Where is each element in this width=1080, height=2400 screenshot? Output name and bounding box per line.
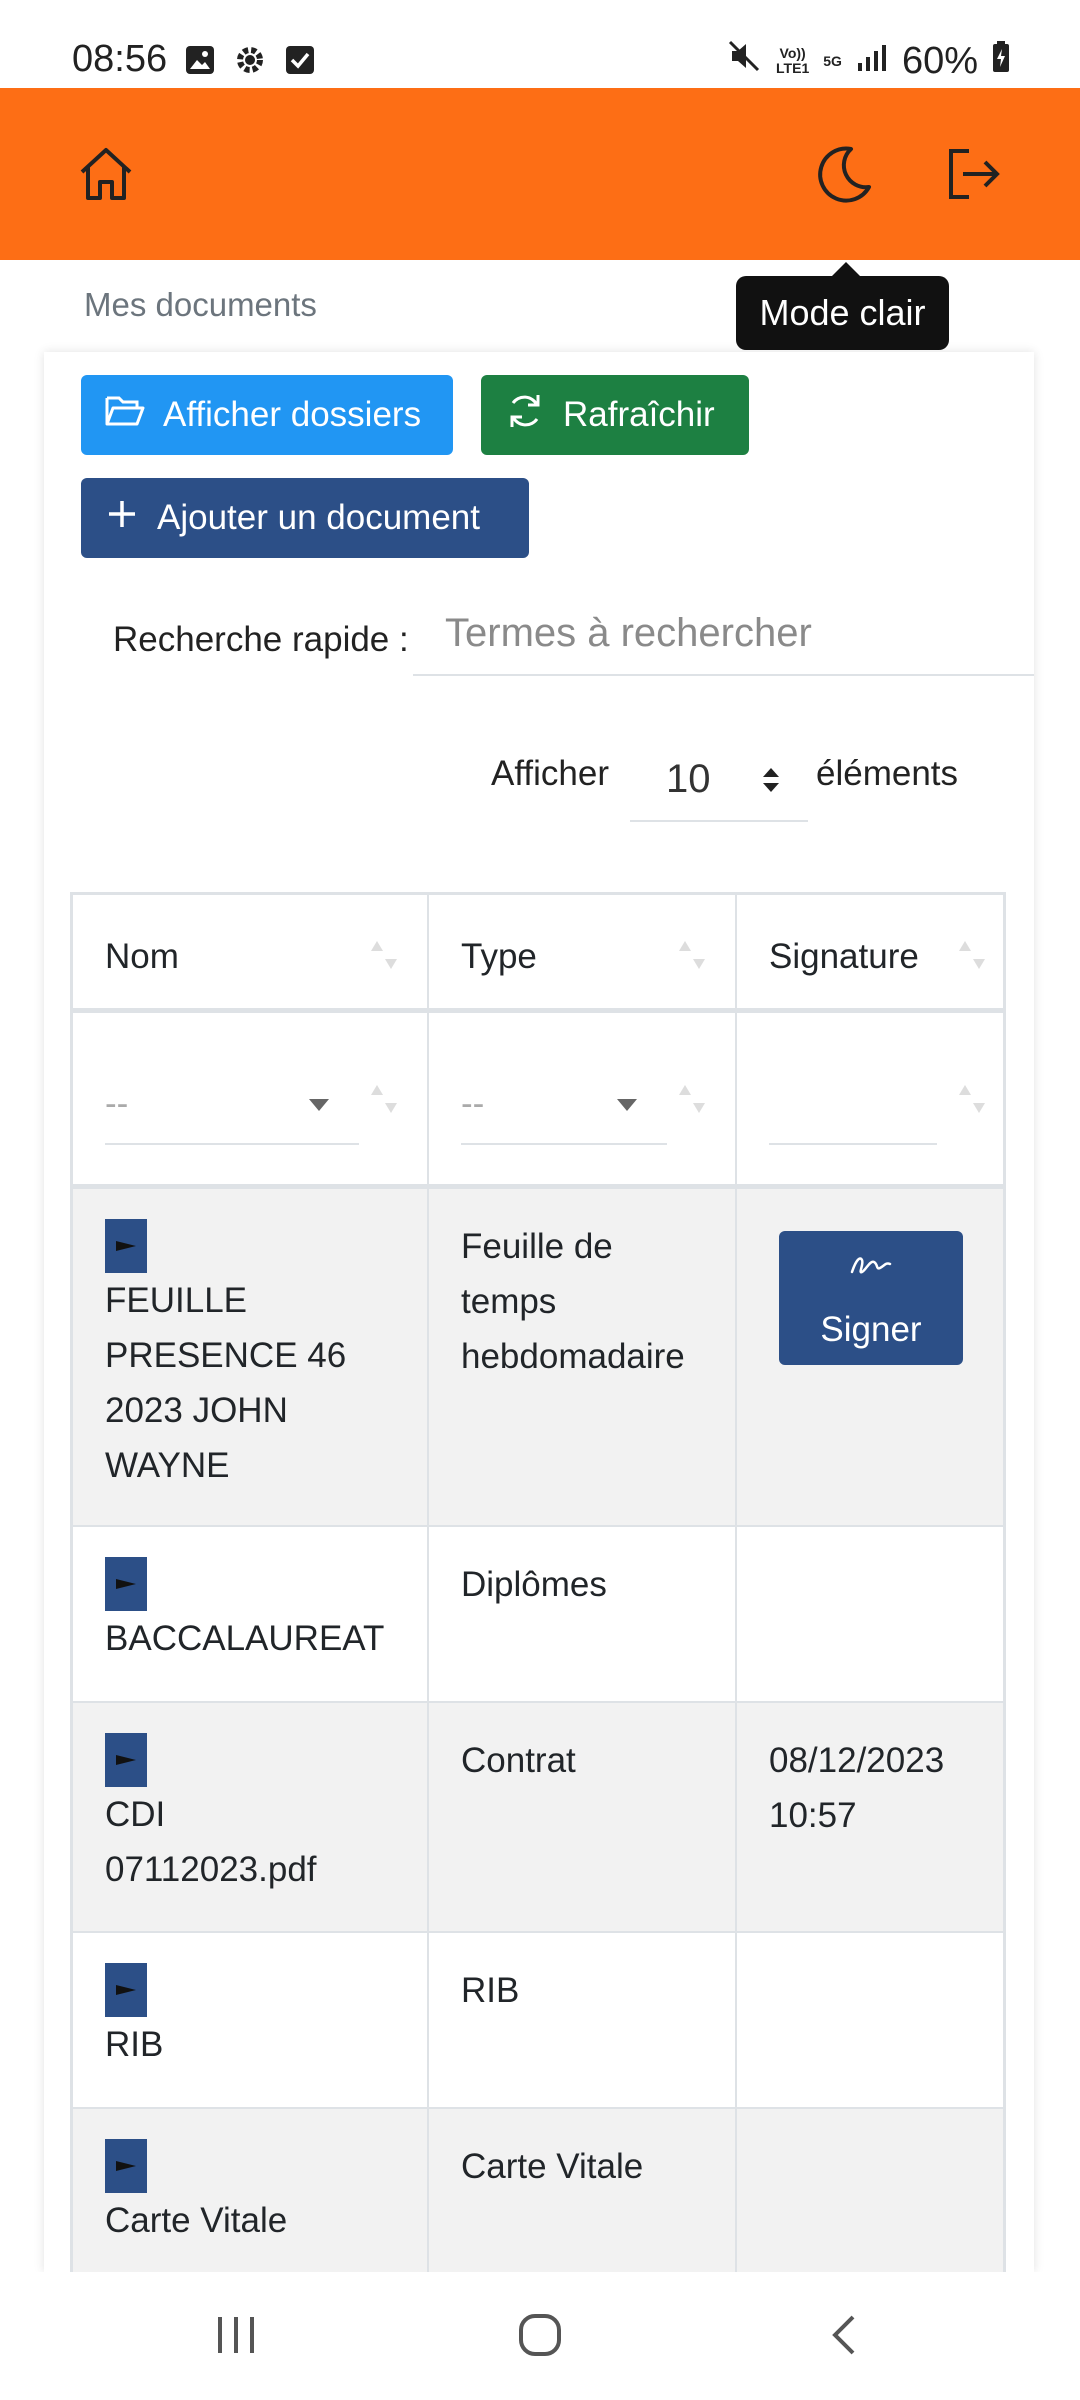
5g-indicator: 5G — [823, 52, 842, 69]
status-time: 08:56 — [72, 38, 168, 80]
refresh-label: Rafraîchir — [563, 395, 715, 434]
sort-icon — [675, 1081, 709, 1121]
back-chevron-icon — [829, 2313, 859, 2362]
battery-percent: 60% — [901, 39, 978, 82]
system-nav-bar — [0, 2272, 1080, 2400]
plus-icon — [105, 497, 139, 540]
refresh-button[interactable]: Rafraîchir — [481, 375, 749, 455]
settings-gear-icon — [234, 44, 266, 76]
column-header-signature[interactable]: Signature — [737, 895, 1003, 1008]
document-name: Carte Vitale — [105, 2201, 288, 2240]
home-button[interactable] — [74, 144, 138, 208]
recent-apps-button[interactable] — [196, 2302, 276, 2372]
document-name: BACCALAUREAT — [105, 1619, 385, 1658]
table-row: BACCALAUREAT Diplômes — [73, 1527, 1003, 1703]
file-icon[interactable] — [105, 1963, 147, 2017]
table-row: CDI 07112023.pdf Contrat 08/12/2023 10:5… — [73, 1703, 1003, 1933]
column-header-nom[interactable]: Nom — [73, 895, 429, 1008]
table-filter-row: -- -- — [73, 1013, 1003, 1189]
refresh-icon — [505, 391, 545, 440]
file-icon[interactable] — [105, 1733, 147, 1787]
document-type: RIB — [429, 1933, 737, 2107]
filter-signature-input[interactable] — [769, 1063, 937, 1145]
signature-icon — [848, 1239, 894, 1294]
document-type: Feuille de temps hebdomadaire — [429, 1189, 737, 1525]
gallery-icon — [184, 44, 216, 76]
document-type: Diplômes — [429, 1527, 737, 1701]
table-row: RIB RIB — [73, 1933, 1003, 2109]
sort-icon — [367, 1081, 401, 1121]
chevron-down-icon — [309, 1099, 329, 1111]
table-row: FEUILLE PRESENCE 46 2023 JOHN WAYNE Feui… — [73, 1189, 1003, 1527]
page-length-suffix: éléments — [816, 754, 959, 793]
recent-apps-icon — [214, 2315, 258, 2360]
checkbox-notification-icon — [284, 44, 316, 76]
sign-button[interactable]: Signer — [779, 1231, 963, 1365]
add-document-label: Ajouter un document — [157, 498, 480, 537]
moon-icon — [813, 143, 875, 210]
file-icon[interactable] — [105, 2139, 147, 2193]
show-folders-button[interactable]: Afficher dossiers — [81, 375, 453, 455]
document-type: Carte Vitale — [429, 2109, 737, 2272]
logout-button[interactable] — [942, 144, 1006, 208]
search-label: Recherche rapide : — [113, 620, 409, 659]
status-system-icons: Vo)) LTE1 5G 60% — [726, 38, 1010, 84]
sort-icon — [955, 937, 989, 977]
battery-charging-icon — [992, 40, 1010, 83]
documents-table: Nom Type Signature -- -- FEUILLE PRESENC… — [70, 892, 1006, 2272]
status-notification-icons — [184, 44, 316, 76]
document-name: RIB — [105, 2025, 164, 2064]
document-signature: 08/12/2023 10:57 — [769, 1741, 945, 1835]
page-length-label: Afficher — [491, 754, 610, 793]
home-icon — [76, 144, 136, 209]
mute-icon — [726, 38, 762, 84]
page-length-value: 10 — [666, 756, 711, 801]
file-icon[interactable] — [105, 1557, 147, 1611]
logout-icon — [943, 143, 1005, 210]
back-nav-button[interactable] — [804, 2302, 884, 2372]
theme-tooltip: Mode clair — [736, 262, 949, 350]
document-name: CDI 07112023.pdf — [105, 1795, 317, 1889]
document-signature — [737, 1933, 1003, 2107]
folder-open-icon — [105, 394, 145, 437]
filter-type-select[interactable]: -- — [461, 1063, 667, 1145]
column-header-type[interactable]: Type — [429, 895, 737, 1008]
show-folders-label: Afficher dossiers — [163, 395, 422, 434]
signal-icon — [856, 40, 888, 83]
sort-icon — [367, 937, 401, 977]
app-header — [0, 88, 1080, 260]
documents-card: Afficher dossiers Rafraîchir Ajouter un … — [44, 352, 1034, 2272]
document-signature — [737, 2109, 1003, 2272]
sort-icon — [955, 1081, 989, 1121]
search-input[interactable] — [413, 592, 1034, 676]
add-document-button[interactable]: Ajouter un document — [81, 478, 529, 558]
page-length-select[interactable]: 10 — [630, 738, 808, 822]
filter-nom-select[interactable]: -- — [105, 1063, 359, 1145]
file-icon[interactable] — [105, 1219, 147, 1273]
table-header-row: Nom Type Signature — [73, 895, 1003, 1013]
sign-button-label: Signer — [820, 1310, 922, 1349]
theme-toggle-button[interactable] — [812, 144, 876, 208]
home-circle-icon — [517, 2312, 563, 2363]
status-bar: 08:56 Vo)) LTE1 5G 60% — [0, 0, 1080, 88]
home-nav-button[interactable] — [500, 2302, 580, 2372]
document-type: Contrat — [429, 1703, 737, 1931]
document-signature — [737, 1527, 1003, 1701]
table-row: Carte Vitale Carte Vitale — [73, 2109, 1003, 2272]
volte-indicator: Vo)) LTE1 — [776, 45, 810, 76]
sort-icon — [675, 937, 709, 977]
select-arrows-icon — [760, 762, 782, 807]
chevron-down-icon — [617, 1099, 637, 1111]
document-name: FEUILLE PRESENCE 46 2023 JOHN WAYNE — [105, 1281, 347, 1485]
breadcrumb: Mes documents — [84, 286, 317, 323]
